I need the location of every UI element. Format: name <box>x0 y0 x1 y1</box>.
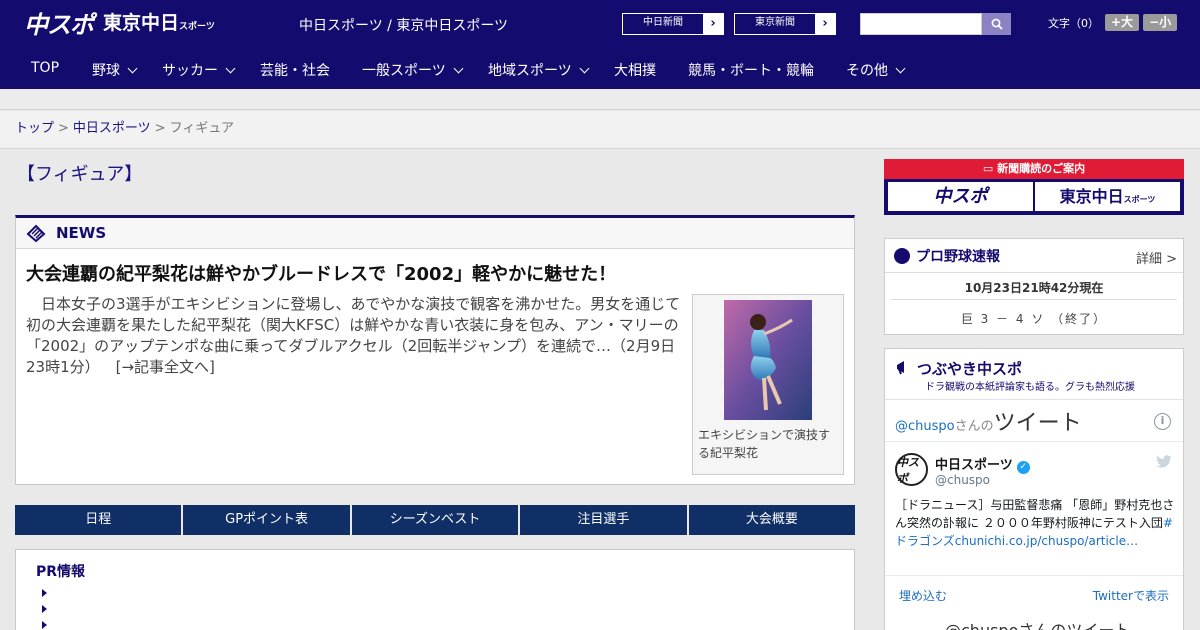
news-header: NEWS <box>16 218 854 249</box>
tab-event-overview[interactable]: 大会概要 <box>688 505 856 535</box>
read-more-link[interactable]: [→記事全文へ] <box>116 358 215 376</box>
baseball-scoreboard: プロ野球速報 詳細 > 10月23日21時42分現在 巨 3 － 4 ソ （終了… <box>884 238 1184 335</box>
newspaper-icon: ▭ <box>982 162 998 175</box>
baseball-score[interactable]: 巨 3 － 4 ソ （終了） <box>885 310 1183 327</box>
figure-tabs: 日程 GPポイント表 シーズンベスト 注目選手 大会概要 <box>15 505 856 535</box>
divider <box>885 399 1183 400</box>
tab-schedule[interactable]: 日程 <box>15 505 182 535</box>
tokyo-shimbun-button[interactable]: 東京新聞 › <box>734 13 836 35</box>
bullet-icon <box>42 589 47 597</box>
nav-item-others[interactable]: その他 <box>846 60 906 80</box>
chevron-down-icon <box>127 63 138 73</box>
divider <box>891 299 1177 300</box>
breadcrumb-separator: > <box>154 121 166 136</box>
nav-item-entertainment[interactable]: 芸能・社会 <box>260 60 330 80</box>
subscription-header: ▭ 新聞購読のご案内 <box>884 159 1184 179</box>
baseball-timestamp: 10月23日21時42分現在 <box>964 281 1104 295</box>
chevron-right-icon: › <box>815 14 835 34</box>
search-input[interactable] <box>860 13 982 35</box>
tweet-text: ［ドラニュース］与田監督悲痛 「恩師」野村克也さん突然の訃報に ２０００年野村阪… <box>895 498 1175 548</box>
site-links[interactable]: 中日スポーツ / 東京中日スポーツ <box>299 15 508 35</box>
article-photo: エキシビションで演技する紀平梨花 <box>692 294 844 475</box>
pr-panel: PR情報 <box>15 549 855 630</box>
breadcrumb-section[interactable]: 中日スポーツ <box>73 121 151 136</box>
search-icon <box>991 18 1003 30</box>
breadcrumb-home[interactable]: トップ <box>15 121 54 136</box>
chevron-down-icon <box>225 63 236 73</box>
nav-item-top[interactable]: TOP <box>31 60 59 76</box>
tweets-footer-label[interactable]: @chuspoさんのツイート <box>945 617 1130 630</box>
divider <box>885 441 1183 442</box>
chunichi-shimbun-label: 中日新聞 <box>643 17 683 28</box>
skater-photo[interactable] <box>724 300 812 420</box>
subscribe-tokyo-button[interactable]: 東京中日スポーツ <box>1035 182 1180 211</box>
info-icon[interactable]: i <box>1154 413 1171 430</box>
news-label: NEWS <box>56 224 107 242</box>
article-title[interactable]: 大会連覇の紀平梨花は鮮やかブルードレスで「2002」軽やかに魅せた！ <box>26 260 616 286</box>
twitter-widget-subtitle: ドラ観戦の本紙評論家も語る。グラも熱烈応援 <box>925 382 1135 393</box>
avatar[interactable]: 中スポ <box>895 453 928 486</box>
nav-item-soccer[interactable]: サッカー <box>162 60 236 80</box>
site-logo[interactable]: 中スポ 東京中日スポーツ <box>24 8 215 42</box>
twitter-widget-title: つぶやき中スポ <box>917 360 1023 378</box>
search-button[interactable] <box>982 13 1011 35</box>
verified-icon: ✓ <box>1016 461 1030 474</box>
breadcrumb-separator: > <box>58 121 69 136</box>
nav-item-general-sports[interactable]: 一般スポーツ <box>362 60 464 80</box>
font-smaller-button[interactable]: −小 <box>1143 14 1178 31</box>
twitter-widget: つぶやき中スポ ドラ観戦の本紙評論家も語る。グラも熱烈応援 @chuspoさんの… <box>884 348 1184 630</box>
top-header: 中スポ 東京中日スポーツ 中日スポーツ / 東京中日スポーツ 中日新聞 › 東京… <box>0 0 1200 48</box>
tweets-label: @chuspoさんのツイート <box>895 411 1082 436</box>
subscribe-chuspo-button[interactable]: 中スポ <box>888 182 1033 211</box>
embed-link[interactable]: 埋め込む <box>899 587 947 604</box>
nav-item-racing[interactable]: 競馬・ボート・競輪 <box>688 60 814 80</box>
font-size-control: 文字（0） +大 −小 <box>1048 14 1181 31</box>
breadcrumb-current: フィギュア <box>169 121 235 136</box>
bullet-icon <box>42 621 47 629</box>
font-size-label: 文字（0） <box>1048 16 1099 30</box>
tab-gp-points[interactable]: GPポイント表 <box>183 505 350 535</box>
logo-tokyo-chunichi: 東京中日スポーツ <box>103 12 215 34</box>
tab-season-best[interactable]: シーズンベスト <box>351 505 519 535</box>
main-nav: TOP 野球 サッカー 芸能・社会 一般スポーツ 地域スポーツ 大相撲 競馬・ボ… <box>0 48 1200 89</box>
divider <box>885 575 1183 576</box>
bullet-icon <box>42 605 47 613</box>
chevron-right-icon: › <box>703 14 723 34</box>
news-panel: NEWS 大会連覇の紀平梨花は鮮やかブルードレスで「2002」軽やかに魅せた！ … <box>15 215 855 485</box>
baseball-detail-link[interactable]: 詳細 > <box>1136 248 1177 267</box>
chevron-down-icon <box>453 63 464 73</box>
chevron-down-icon <box>895 63 906 73</box>
breadcrumb: トップ > 中日スポーツ > フィギュア <box>0 111 1200 149</box>
nav-item-local-sports[interactable]: 地域スポーツ <box>488 60 590 80</box>
nav-item-sumo[interactable]: 大相撲 <box>614 60 656 80</box>
pr-title: PR情報 <box>36 564 86 580</box>
font-larger-button[interactable]: +大 <box>1105 14 1140 31</box>
subscription-panel: ▭ 新聞購読のご案内 中スポ 東京中日スポーツ <box>884 159 1184 215</box>
chevron-down-icon <box>579 63 590 73</box>
baseball-icon <box>894 247 910 264</box>
megaphone-icon <box>897 361 904 375</box>
baseball-title: プロ野球速報 <box>916 248 1000 265</box>
tweets-handle-link[interactable]: @chuspo <box>895 419 955 434</box>
page-title: 【フィギュア】 <box>17 164 143 185</box>
header-spacer <box>0 89 1200 110</box>
chunichi-shimbun-button[interactable]: 中日新聞 › <box>622 13 724 35</box>
logo-chuspo: 中スポ <box>24 11 94 39</box>
tokyo-shimbun-label: 東京新聞 <box>755 17 795 28</box>
tweet-author-name[interactable]: 中日スポーツ ✓ <box>935 454 1030 474</box>
news-icon <box>26 224 46 242</box>
tweet-author-handle[interactable]: @chuspo <box>935 473 990 487</box>
article-body: 日本女子の3選手がエキシビションに登場し、あでやかな演技で観客を沸かせた。男女を… <box>26 294 681 378</box>
tab-featured-skaters[interactable]: 注目選手 <box>520 505 687 535</box>
photo-caption: エキシビションで演技する紀平梨花 <box>698 428 831 460</box>
twitter-bird-icon[interactable] <box>1155 455 1173 469</box>
view-on-twitter-link[interactable]: Twitterで表示 <box>1093 587 1169 604</box>
nav-item-baseball[interactable]: 野球 <box>92 60 138 80</box>
